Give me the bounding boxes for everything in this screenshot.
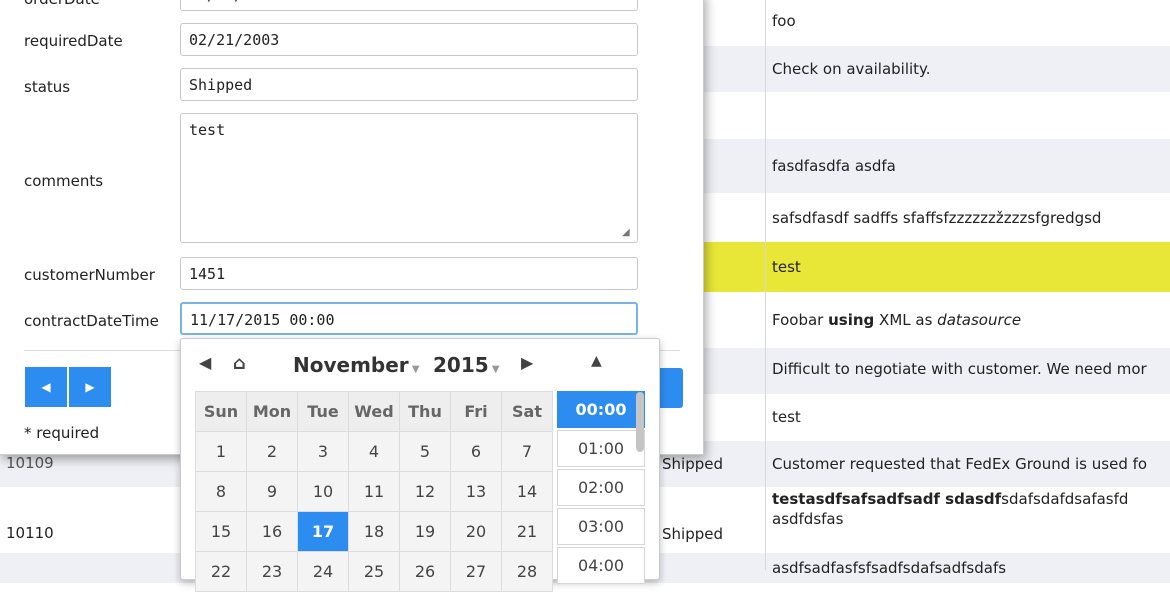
time-slot[interactable]: 03:00 bbox=[557, 508, 645, 545]
time-slot-selected[interactable]: 00:00 bbox=[557, 391, 645, 428]
comment-cell: fasdfasdfa asdfa bbox=[772, 157, 896, 175]
time-list-scrollbar[interactable] bbox=[636, 392, 644, 452]
calendar-day[interactable]: 24 bbox=[297, 551, 349, 592]
weekday-header: Wed bbox=[348, 391, 400, 432]
weekday-header: Tue bbox=[297, 391, 349, 432]
customernumber-field[interactable]: 1451 bbox=[180, 257, 638, 290]
comment-cell-line2: asdfdsfas bbox=[772, 510, 844, 528]
contractdatetime-label: contractDateTime bbox=[24, 312, 159, 330]
resize-handle-icon[interactable]: ◢ bbox=[622, 227, 630, 238]
status-cell: Shipped bbox=[662, 455, 723, 473]
comment-cell: Check on availability. bbox=[772, 60, 931, 78]
orderdate-field[interactable]: 02/11/2003 bbox=[180, 0, 638, 11]
order-number-cell: 10110 bbox=[6, 524, 54, 542]
chevron-down-icon: ▼ bbox=[488, 364, 500, 375]
calendar-day[interactable]: 1 bbox=[195, 431, 247, 472]
customernumber-label: customerNumber bbox=[24, 266, 155, 284]
calendar-day-selected[interactable]: 17 bbox=[297, 511, 349, 552]
next-month-icon[interactable]: ▶ bbox=[521, 353, 533, 372]
calendar-day[interactable]: 9 bbox=[246, 471, 298, 512]
calendar-day[interactable]: 15 bbox=[195, 511, 247, 552]
calendar-day[interactable]: 2 bbox=[246, 431, 298, 472]
contractdatetime-field[interactable]: 11/17/2015 00:00 bbox=[180, 302, 638, 335]
calendar-day[interactable]: 11 bbox=[348, 471, 400, 512]
calendar-day[interactable]: 6 bbox=[450, 431, 502, 472]
next-record-button[interactable]: ▶ bbox=[69, 367, 111, 407]
prev-record-button[interactable]: ◀ bbox=[25, 367, 67, 407]
time-scroll-up-icon[interactable]: ▲ bbox=[591, 353, 602, 369]
calendar-day[interactable]: 25 bbox=[348, 551, 400, 592]
calendar-day[interactable]: 8 bbox=[195, 471, 247, 512]
comment-cell: Difficult to negotiate with customer. We… bbox=[772, 360, 1147, 378]
caret-right-icon: ▶ bbox=[85, 380, 95, 394]
calendar-day[interactable]: 14 bbox=[501, 471, 553, 512]
prev-month-icon[interactable]: ◀ bbox=[199, 353, 211, 372]
weekday-header: Fri bbox=[450, 391, 502, 432]
time-slot[interactable]: 01:00 bbox=[557, 430, 645, 467]
time-slot[interactable]: 04:00 bbox=[557, 547, 645, 584]
comment-cell: Foobar using XML as datasource bbox=[772, 311, 1022, 329]
comment-cell: test bbox=[772, 408, 801, 426]
calendar-day[interactable]: 27 bbox=[450, 551, 502, 592]
calendar-day[interactable]: 21 bbox=[501, 511, 553, 552]
chevron-down-icon: ▼ bbox=[408, 364, 420, 375]
comment-cell: Customer requested that FedEx Ground is … bbox=[772, 455, 1148, 473]
comment-cell: safsdfasdf sadffs sfaffsfzzzzzzžzzzsfgre… bbox=[772, 209, 1102, 227]
comment-cell: asdfsadfasfsfsadfsdafsadfsdafs bbox=[772, 559, 1007, 577]
status-label: status bbox=[24, 78, 71, 96]
column-divider bbox=[765, 0, 766, 570]
comments-textarea[interactable]: test bbox=[180, 113, 638, 243]
weekday-header: Sun bbox=[195, 391, 247, 432]
calendar-day[interactable]: 23 bbox=[246, 551, 298, 592]
month-select[interactable]: November ▼ bbox=[293, 353, 420, 377]
calendar-day[interactable]: 16 bbox=[246, 511, 298, 552]
calendar-week: 22 23 24 25 26 27 28 bbox=[195, 551, 553, 592]
calendar-day[interactable]: 28 bbox=[501, 551, 553, 592]
calendar-day[interactable]: 5 bbox=[399, 431, 451, 472]
comment-cell: foo bbox=[772, 12, 796, 30]
calendar-day[interactable]: 18 bbox=[348, 511, 400, 552]
requireddate-field[interactable]: 02/21/2003 bbox=[180, 23, 638, 56]
orderdate-label: orderDate bbox=[24, 0, 100, 8]
home-icon[interactable]: ⌂ bbox=[233, 353, 246, 374]
weekday-header: Sat bbox=[501, 391, 553, 432]
calendar-grid: Sun Mon Tue Wed Thu Fri Sat 1 2 3 4 5 6 … bbox=[195, 391, 553, 592]
comment-cell: test bbox=[772, 258, 801, 276]
weekday-header-row: Sun Mon Tue Wed Thu Fri Sat bbox=[195, 391, 553, 432]
status-field[interactable]: Shipped bbox=[180, 68, 638, 101]
requireddate-label: requiredDate bbox=[24, 32, 123, 50]
comment-cell: testasdfsafsadfsadf sdasdfsdafsdafdsafas… bbox=[772, 490, 1129, 508]
weekday-header: Mon bbox=[246, 391, 298, 432]
calendar-day[interactable]: 12 bbox=[399, 471, 451, 512]
datetime-picker: ◀ ⌂ November ▼ 2015 ▼ ▶ ▲ Sun Mon Tue We… bbox=[180, 338, 660, 592]
calendar-day[interactable]: 4 bbox=[348, 431, 400, 472]
calendar-day[interactable]: 10 bbox=[297, 471, 349, 512]
time-slot[interactable]: 02:00 bbox=[557, 469, 645, 506]
calendar-day[interactable]: 13 bbox=[450, 471, 502, 512]
calendar-day[interactable]: 7 bbox=[501, 431, 553, 472]
calendar-week: 1 2 3 4 5 6 7 bbox=[195, 431, 553, 472]
calendar-day[interactable]: 20 bbox=[450, 511, 502, 552]
time-list: 00:00 01:00 02:00 03:00 04:00 bbox=[557, 391, 645, 584]
calendar-day[interactable]: 26 bbox=[399, 551, 451, 592]
status-cell: Shipped bbox=[662, 525, 723, 543]
calendar-day[interactable]: 3 bbox=[297, 431, 349, 472]
calendar-day[interactable]: 22 bbox=[195, 551, 247, 592]
comments-label: comments bbox=[24, 172, 104, 190]
year-select[interactable]: 2015 ▼ bbox=[433, 353, 500, 377]
weekday-header: Thu bbox=[399, 391, 451, 432]
required-note: * required bbox=[24, 424, 100, 442]
calendar-day[interactable]: 19 bbox=[399, 511, 451, 552]
order-number-cell: 10109 bbox=[6, 454, 54, 472]
calendar-week: 8 9 10 11 12 13 14 bbox=[195, 471, 553, 512]
calendar-week: 15 16 17 18 19 20 21 bbox=[195, 511, 553, 552]
caret-left-icon: ◀ bbox=[41, 380, 51, 394]
